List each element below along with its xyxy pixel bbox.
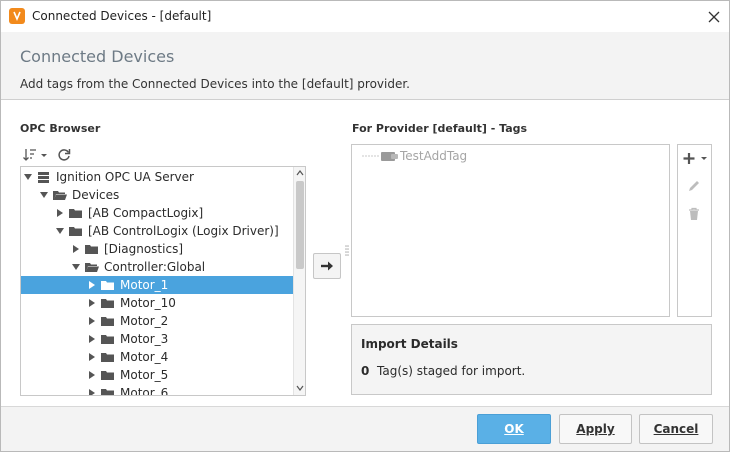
tree-node-label: Motor_1 [120, 278, 169, 292]
folder-icon [85, 245, 98, 254]
folder-icon [101, 317, 114, 326]
cancel-button[interactable]: Cancel [639, 414, 713, 444]
expanded-arrow-icon[interactable] [24, 173, 32, 181]
scroll-up-icon[interactable] [296, 170, 304, 176]
tree-node-label: Motor_3 [120, 332, 169, 346]
tree-node-label: Controller:Global [104, 260, 206, 274]
tree-node[interactable]: Motor_2 [21, 312, 293, 330]
tags-toolbar [677, 144, 712, 317]
tag-folder-icon [381, 152, 398, 161]
add-to-tags-button[interactable] [313, 253, 341, 279]
title-bar: Connected Devices - [default] [1, 1, 729, 32]
dialog-header: Connected Devices Add tags from the Conn… [1, 32, 729, 100]
tree-node[interactable]: Motor_4 [21, 348, 293, 366]
folder-open-icon [85, 263, 99, 272]
opc-browser-label: OPC Browser [20, 122, 101, 135]
collapsed-arrow-icon[interactable] [72, 245, 80, 253]
tree-node-label: [AB ControlLogix (Logix Driver)] [88, 224, 279, 238]
close-button[interactable] [704, 7, 724, 27]
import-details-title: Import Details [361, 337, 458, 351]
tags-panel-label: For Provider [default] - Tags [352, 122, 528, 135]
tree-node[interactable]: [Diagnostics] [21, 240, 293, 258]
tag-item-label: TestAddTag [400, 149, 468, 163]
tree-line-icon [362, 155, 380, 157]
folder-icon [69, 209, 82, 218]
folder-icon [101, 299, 114, 308]
tree-node-label: [AB CompactLogix] [88, 206, 204, 220]
tree-node-label: Motor_5 [120, 368, 169, 382]
tree-node[interactable]: Motor_3 [21, 330, 293, 348]
tree-scrollbar[interactable] [293, 167, 305, 395]
folder-icon [101, 353, 114, 362]
expanded-arrow-icon[interactable] [40, 191, 48, 199]
collapsed-arrow-icon[interactable] [88, 317, 96, 325]
tree-node-label: [Diagnostics] [104, 242, 183, 256]
tree-node[interactable]: Controller:Global [21, 258, 293, 276]
header-description: Add tags from the Connected Devices into… [20, 77, 410, 91]
tree-node-label: Motor_10 [120, 296, 176, 310]
refresh-button[interactable] [56, 147, 72, 163]
folder-icon [101, 281, 114, 290]
opc-browser-tree[interactable]: Ignition OPC UA Server Devices [AB Compact… [20, 166, 306, 396]
close-icon [708, 11, 720, 23]
tree-node-label: Ignition OPC UA Server [56, 170, 194, 184]
trash-icon [689, 207, 699, 220]
tree-node-label: Motor_6 [120, 386, 169, 396]
tags-tree[interactable]: TestAddTag [351, 144, 670, 317]
tree-node[interactable]: Motor_1 [21, 276, 293, 294]
pencil-icon [689, 181, 699, 191]
delete-tag-button[interactable] [687, 207, 701, 221]
splitter-grip-icon[interactable] [345, 244, 349, 258]
import-details-panel: Import Details 0 Tag(s) staged for impor… [351, 324, 712, 395]
dialog-window: Connected Devices - [default] Connected … [0, 0, 730, 452]
add-tag-button[interactable] [682, 151, 708, 167]
tree-node-label: Devices [72, 188, 120, 202]
tree-node-label: Motor_4 [120, 350, 169, 364]
sort-button[interactable] [22, 147, 50, 163]
collapsed-arrow-icon[interactable] [88, 281, 96, 289]
server-icon [38, 172, 49, 183]
tree-node[interactable]: [AB ControlLogix (Logix Driver)] [21, 222, 293, 240]
refresh-icon [58, 149, 71, 161]
scroll-down-icon[interactable] [296, 385, 304, 391]
expanded-arrow-icon[interactable] [72, 263, 80, 271]
arrow-right-icon [321, 261, 333, 271]
folder-icon [101, 371, 114, 380]
tree-node[interactable]: Devices [21, 186, 293, 204]
tag-item[interactable]: TestAddTag [362, 147, 562, 165]
edit-tag-button[interactable] [687, 179, 701, 193]
folder-icon [101, 335, 114, 344]
collapsed-arrow-icon[interactable] [88, 353, 96, 361]
tree-node[interactable]: Motor_6 [21, 384, 293, 396]
window-title: Connected Devices - [default] [32, 9, 212, 23]
app-logo-icon [9, 8, 25, 24]
staged-count: 0 [361, 364, 370, 378]
scroll-thumb[interactable] [296, 181, 304, 269]
collapsed-arrow-icon[interactable] [88, 299, 96, 307]
expanded-arrow-icon[interactable] [56, 227, 64, 235]
folder-icon [101, 389, 114, 395]
dialog-footer: OK Apply Cancel [1, 406, 729, 451]
collapsed-arrow-icon[interactable] [88, 389, 96, 396]
collapsed-arrow-icon[interactable] [88, 335, 96, 343]
tree-node[interactable]: Motor_10 [21, 294, 293, 312]
plus-icon [683, 153, 707, 164]
ok-button[interactable]: OK [477, 414, 551, 444]
collapsed-arrow-icon[interactable] [88, 371, 96, 379]
apply-button[interactable]: Apply [559, 414, 632, 444]
staged-text: Tag(s) staged for import. [377, 364, 526, 378]
folder-icon [69, 227, 82, 236]
tree-node-label: Motor_2 [120, 314, 169, 328]
folder-open-icon [53, 191, 67, 200]
tree-node[interactable]: Motor_5 [21, 366, 293, 384]
sort-icon [23, 149, 47, 161]
collapsed-arrow-icon[interactable] [56, 209, 64, 217]
header-title: Connected Devices [20, 47, 175, 66]
tree-node[interactable]: [AB CompactLogix] [21, 204, 293, 222]
tree-node[interactable]: Ignition OPC UA Server [21, 168, 293, 186]
